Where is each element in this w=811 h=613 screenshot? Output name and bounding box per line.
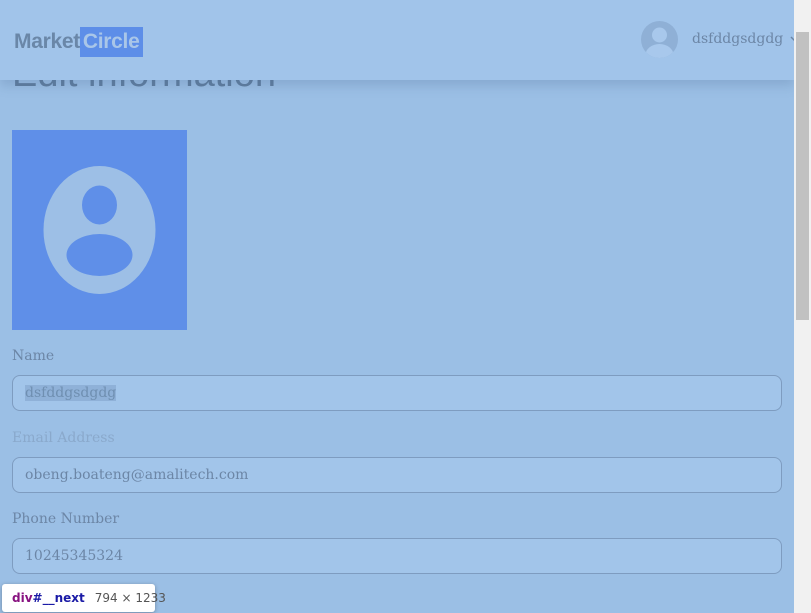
devtools-element-tooltip: div #__next 794 × 1233	[2, 584, 166, 612]
tooltip-id: #__next	[32, 591, 85, 605]
phone-value: 10245345324	[25, 548, 123, 564]
name-label: Name	[12, 348, 55, 364]
user-menu[interactable]: dsfddgsdgdg	[641, 20, 794, 58]
tooltip-dimensions: 794 × 1233	[94, 591, 166, 605]
tooltip-tag: div	[12, 591, 33, 605]
logo-text-circle: Circle	[79, 27, 144, 57]
profile-placeholder-icon	[43, 166, 156, 294]
user-name[interactable]: dsfddgsdgdg	[692, 31, 783, 47]
top-navbar: Market Circle dsfddgsdgdg	[0, 0, 794, 80]
logo-text-market: Market	[14, 30, 80, 53]
email-label: Email Address	[12, 430, 115, 446]
email-value: obeng.boateng@amalitech.com	[25, 467, 249, 483]
logo[interactable]: Market Circle	[14, 27, 144, 57]
page-content: Edit information Name dsfddgsdgdg Email …	[0, 0, 794, 613]
name-field[interactable]: dsfddgsdgdg	[12, 375, 782, 411]
email-field[interactable]: obeng.boateng@amalitech.com	[12, 457, 782, 493]
user-avatar-icon[interactable]	[641, 20, 678, 58]
profile-picture[interactable]	[12, 130, 187, 330]
name-value: dsfddgsdgdg	[25, 385, 117, 401]
vertical-scrollbar[interactable]	[794, 0, 811, 613]
phone-field[interactable]: 10245345324	[12, 538, 782, 574]
scrollbar-thumb[interactable]	[796, 32, 809, 320]
phone-label: Phone Number	[12, 511, 120, 527]
